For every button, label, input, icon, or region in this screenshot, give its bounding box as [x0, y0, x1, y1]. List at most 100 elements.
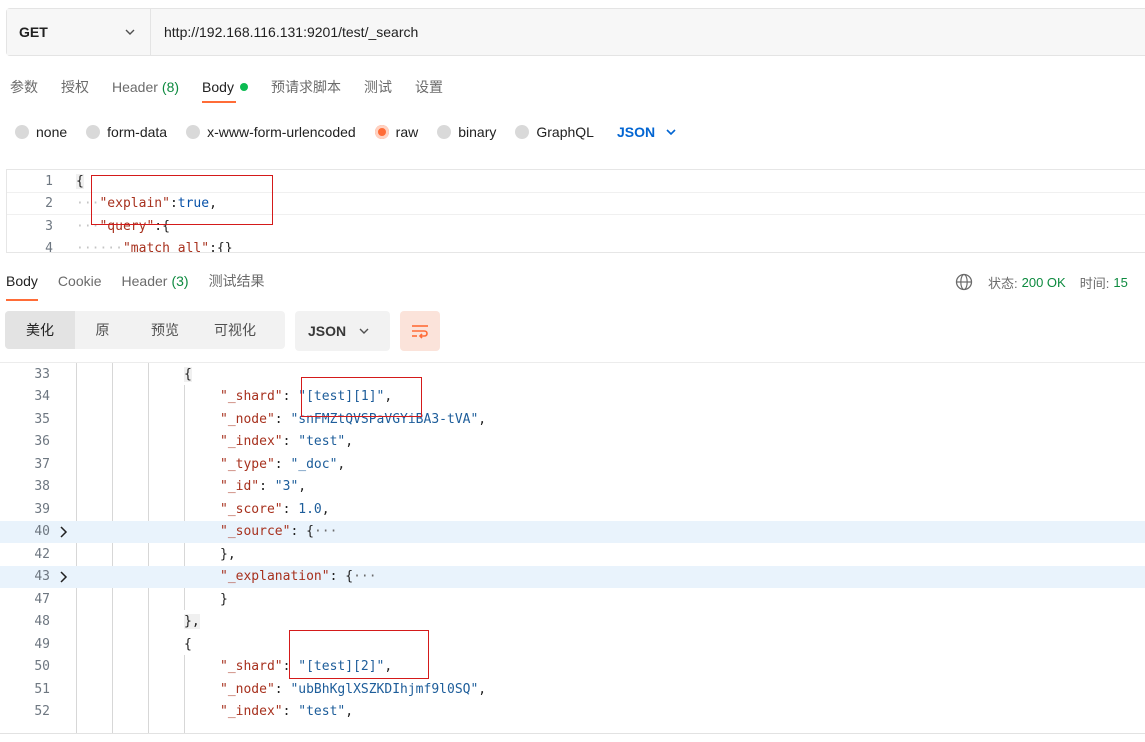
tab-label: 预请求脚本	[270, 79, 341, 95]
tab-response-cookies[interactable]: Cookie	[58, 267, 102, 295]
response-line: 48 },	[0, 611, 1145, 634]
tab-test-results[interactable]: 测试结果	[209, 267, 265, 295]
json-punct: ,	[345, 434, 354, 450]
line-number: 37	[34, 456, 50, 472]
body-type-graphql[interactable]: GraphQL	[515, 124, 594, 140]
code-text: "_score": 1.0,	[220, 501, 330, 517]
tab-auth[interactable]: 授权	[61, 72, 89, 102]
response-line: 49 {	[0, 633, 1145, 656]
code-text: {	[184, 366, 192, 382]
body-type-urlencoded[interactable]: x-www-form-urlencoded	[186, 124, 356, 140]
body-type-form-data[interactable]: form-data	[86, 124, 167, 140]
view-mode-group: 美化 原 预览 可视化	[5, 311, 285, 349]
body-type-binary[interactable]: binary	[437, 124, 496, 140]
json-value: "test"	[298, 434, 346, 450]
tab-label: 授权	[61, 79, 89, 95]
line-number: 2	[45, 196, 53, 211]
status-value[interactable]: 200 OK	[1022, 275, 1066, 290]
json-value: "_doc"	[290, 456, 338, 472]
code-text: "_index": "test",	[220, 434, 354, 450]
option-label: GraphQL	[536, 124, 594, 140]
response-line: 52 "_index": "test",	[0, 701, 1145, 724]
time-value[interactable]: 15	[1113, 275, 1127, 290]
response-line: 35 "_node": "snFMZtQVSPaVGYiBA3-tVA",	[0, 408, 1145, 431]
fold-ellipsis[interactable]: ···	[314, 524, 337, 539]
tab-label: Cookie	[57, 273, 102, 289]
line-number: 35	[34, 411, 50, 427]
code-text: },	[220, 546, 236, 562]
tab-response-headers[interactable]: Header (3)	[122, 267, 189, 295]
tab-label: Header	[121, 273, 168, 289]
view-label: 预览	[151, 322, 179, 338]
line-number: 50	[34, 659, 50, 675]
json-value: 1.0	[298, 501, 322, 517]
json-key: "_score"	[220, 501, 283, 517]
line-number: 39	[34, 501, 50, 517]
json-punct: ,	[478, 411, 487, 427]
tab-params[interactable]: 参数	[10, 72, 38, 102]
tab-label: Body	[202, 79, 234, 95]
response-line: 34 "_shard": "[test][1]",	[0, 386, 1145, 409]
json-punct: ,	[478, 681, 487, 697]
tab-body[interactable]: Body	[202, 72, 248, 103]
json-sep: :	[209, 240, 217, 253]
body-active-dot-icon	[239, 83, 248, 91]
annotation-box	[301, 377, 422, 417]
wrap-lines-button[interactable]	[400, 311, 440, 351]
line-number: 48	[34, 614, 50, 630]
fold-ellipsis[interactable]: ···	[353, 569, 376, 584]
code-text: "_source": {···	[220, 524, 338, 540]
tab-label: 设置	[414, 79, 443, 95]
chevron-down-icon	[666, 129, 676, 136]
globe-icon[interactable]	[955, 273, 973, 291]
response-format-select[interactable]: JSON	[295, 311, 390, 351]
option-label: x-www-form-urlencoded	[207, 124, 356, 140]
method-select[interactable]: GET	[7, 9, 151, 55]
body-language-select[interactable]: JSON	[617, 124, 677, 140]
json-value: "ubBhKglXSZKDIhjmf9l0SQ"	[290, 681, 479, 697]
url-text: http://192.168.116.131:9201/test/_search	[164, 24, 419, 40]
response-line: 36 "_index": "test",	[0, 431, 1145, 454]
tab-response-body[interactable]: Body	[6, 267, 38, 301]
option-label: binary	[458, 124, 497, 140]
response-line-folded[interactable]: 43 "_explanation": {···	[0, 565, 1145, 588]
view-raw-button[interactable]: 原	[75, 311, 130, 349]
code-text: "_id": "3",	[220, 479, 307, 495]
code-text: "_explanation": {···	[220, 569, 377, 585]
json-key: "match_all"	[122, 240, 210, 253]
tab-tests[interactable]: 测试	[364, 72, 392, 102]
chevron-right-icon[interactable]	[56, 570, 72, 584]
line-number: 43	[34, 569, 50, 585]
json-key: "_explanation"	[220, 569, 330, 585]
json-key: "_index"	[220, 704, 283, 720]
tab-headers[interactable]: Header (8)	[112, 72, 179, 102]
code-text: "_node": "ubBhKglXSZKDIhjmf9l0SQ",	[220, 681, 487, 697]
response-body-editor[interactable]: 33 { 34 "_shard": "[test][1]", 35 "_node…	[0, 362, 1145, 734]
option-label: form-data	[107, 124, 168, 140]
tab-settings[interactable]: 设置	[415, 72, 443, 102]
tab-pre-request-script[interactable]: 预请求脚本	[271, 72, 341, 102]
json-key: "_type"	[220, 456, 275, 472]
option-label: none	[36, 124, 68, 140]
line-number: 49	[34, 636, 50, 652]
view-preview-button[interactable]: 预览	[130, 311, 200, 349]
annotation-box	[91, 175, 273, 225]
chevron-right-icon[interactable]	[56, 525, 72, 539]
chevron-down-icon	[359, 328, 369, 334]
body-type-raw[interactable]: raw	[374, 124, 419, 140]
body-type-none[interactable]: none	[15, 124, 67, 140]
radio-icon	[515, 125, 530, 139]
view-visualize-button[interactable]: 可视化	[200, 311, 270, 349]
json-punct: ,	[337, 456, 346, 472]
line-number: 52	[34, 704, 50, 720]
view-pretty-button[interactable]: 美化	[5, 311, 75, 349]
radio-selected-icon	[374, 125, 389, 139]
response-line: 47 }	[0, 588, 1145, 611]
format-label: JSON	[308, 323, 347, 339]
url-input[interactable]: http://192.168.116.131:9201/test/_search	[151, 9, 1145, 55]
method-label: GET	[19, 24, 48, 40]
response-line-folded[interactable]: 40 "_source": {···	[0, 520, 1145, 543]
option-label: raw	[395, 124, 419, 140]
header-count: (3)	[171, 273, 189, 289]
json-punct: },	[184, 614, 200, 630]
